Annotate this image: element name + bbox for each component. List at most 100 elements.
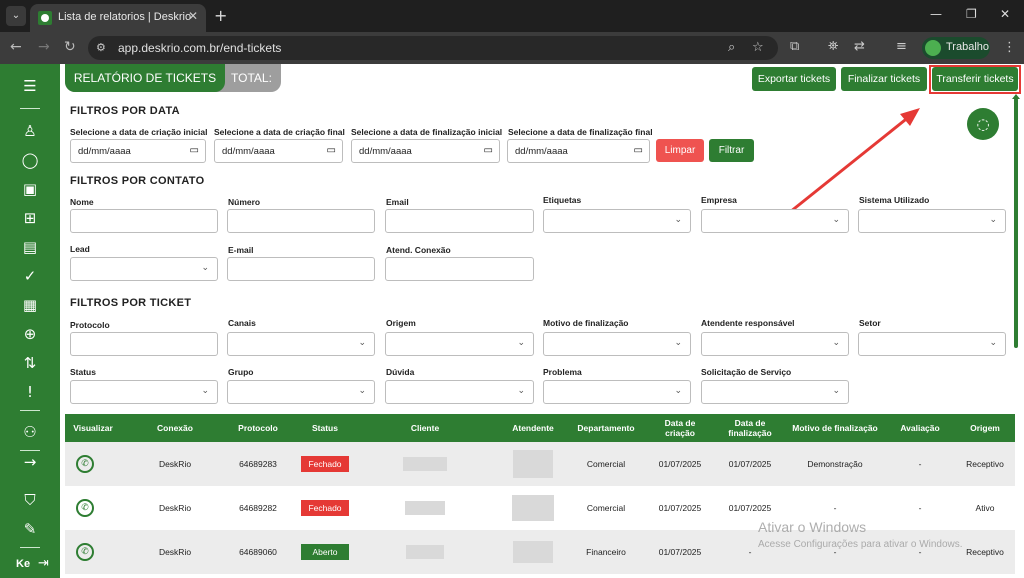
logout-icon[interactable]: ⇥ [38,556,49,571]
shield-icon[interactable]: ⛉ [20,490,40,510]
redacted-client [403,457,447,471]
browser-tab[interactable]: Lista de relatorios | Deskrio ✕ [30,4,206,32]
omnibox[interactable]: ⚙ app.deskrio.com.br/end-tickets ⌕ ☆ [88,36,778,60]
group-select[interactable]: ⌄ [227,380,375,404]
tags-select[interactable]: ⌄ [543,209,691,233]
calendar-icon[interactable]: ▦ [20,295,40,315]
creation-start-date-input[interactable]: dd/mm/aaaa ▭ [70,139,206,163]
e-mail-input[interactable] [227,257,375,281]
flow-icon[interactable]: ⇅ [20,353,40,373]
user-icon[interactable]: ♙ [20,121,40,141]
email-field[interactable] [385,209,534,233]
translate-icon[interactable]: ⇄ [854,39,865,54]
dashboard-icon[interactable]: ⊞ [20,208,40,228]
filter-label: Atend. Conexão [386,245,451,255]
user-initials[interactable]: Ke [16,558,30,570]
date-placeholder: dd/mm/aaaa [78,146,131,157]
view-cell[interactable]: ✆ [65,530,105,574]
name-input[interactable] [70,209,218,233]
lead-select[interactable]: ⌄ [70,257,218,281]
site-info-icon[interactable]: ⚙ [96,41,106,54]
chevron-down-icon: ⌄ [201,263,209,273]
finalization-end-date-input[interactable]: dd/mm/aaaa ▭ [507,139,650,163]
calendar-icon[interactable]: ▭ [190,145,199,156]
arrow-right-icon[interactable]: → [20,452,40,472]
whatsapp-icon[interactable]: ✆ [76,499,94,517]
contact-card-icon[interactable]: ▣ [20,179,40,199]
connection-attendance-input[interactable] [385,257,534,281]
chat-bubble-icon[interactable]: ◌ [967,108,999,140]
chevron-down-icon: ⌄ [517,338,525,348]
protocol-input[interactable] [70,332,218,356]
department-cell: Comercial [586,459,626,469]
system-used-select[interactable]: ⌄ [858,209,1006,233]
team-icon[interactable]: ⚇ [20,422,40,442]
table-row[interactable]: ✆ DeskRio 64689283 Fechado Comercial 01/… [65,442,1015,486]
finalization-start-date-input[interactable]: dd/mm/aaaa ▭ [351,139,500,163]
tab-close-icon[interactable]: ✕ [188,9,198,23]
channels-select[interactable]: ⌄ [227,332,375,356]
kanban-icon[interactable]: ▤ [20,237,40,257]
check-circle-icon[interactable]: ✓ [20,266,40,286]
origin-select[interactable]: ⌄ [385,332,534,356]
calendar-icon[interactable]: ▭ [327,145,336,156]
filter-label: Grupo [228,367,254,377]
add-message-icon[interactable]: ⊕ [20,324,40,344]
creation-end-date-input[interactable]: dd/mm/aaaa ▭ [214,139,343,163]
filter-label: Lead [70,244,90,254]
scrollbar[interactable] [1014,98,1018,348]
status-select[interactable]: ⌄ [70,380,218,404]
responsible-agent-select[interactable]: ⌄ [701,332,849,356]
column-header: Data de criação [664,418,696,438]
service-request-select[interactable]: ⌄ [701,380,849,404]
filter-button[interactable]: Filtrar [709,139,754,162]
profile-button[interactable]: Trabalho [922,37,990,59]
redacted-agent [513,450,553,478]
origin-cell: Receptivo [966,547,1004,557]
url-text[interactable]: app.deskrio.com.br/end-tickets [118,41,281,55]
reading-list-icon[interactable]: ≡ [896,39,907,54]
back-icon[interactable]: ← [10,39,22,55]
column-header: Protocolo [238,423,278,433]
redacted-agent [513,541,553,563]
sector-select[interactable]: ⌄ [858,332,1006,356]
view-cell[interactable]: ✆ [65,442,105,486]
reload-icon[interactable]: ↻ [64,39,76,55]
calendar-icon[interactable]: ▭ [484,145,493,156]
forward-icon[interactable]: → [38,39,50,55]
edit-icon[interactable]: ✎ [20,519,40,539]
page-title: RELATÓRIO DE TICKETS [65,64,225,92]
calendar-icon[interactable]: ▭ [634,145,643,156]
clear-button[interactable]: Limpar [656,139,704,162]
table-row[interactable]: ✆ DeskRio 64689282 Fechado Comercial 01/… [65,486,1015,530]
chat-icon[interactable]: ◯ [20,150,40,170]
zoom-icon[interactable]: ⌕ [728,40,735,55]
export-tickets-button[interactable]: Exportar tickets [752,67,836,91]
question-select[interactable]: ⌄ [385,380,534,404]
filter-label: Atendente responsável [701,318,795,328]
bookmark-star-icon[interactable]: ☆ [752,40,764,55]
finalize-tickets-button[interactable]: Finalizar tickets [841,67,927,91]
window-close-icon[interactable]: ✕ [1000,7,1010,21]
finalization-reason-select[interactable]: ⌄ [543,332,691,356]
address-bar: ← → ↻ ⚙ app.deskrio.com.br/end-tickets ⌕… [0,32,1024,64]
number-input[interactable] [227,209,375,233]
extension-icon[interactable]: ⛯ [828,39,838,54]
whatsapp-icon[interactable]: ✆ [76,455,94,473]
extensions-icon[interactable]: ⧉ [790,39,799,54]
view-cell[interactable]: ✆ [65,486,105,530]
menu-icon[interactable]: ☰ [20,76,40,96]
filter-label: Protocolo [70,320,110,330]
problem-select[interactable]: ⌄ [543,380,691,404]
whatsapp-icon[interactable]: ✆ [76,543,94,561]
tab-search-icon[interactable]: ⌄ [6,6,26,26]
protocol-cell: 64689283 [239,459,277,469]
alert-message-icon[interactable]: ! [20,382,40,402]
new-tab-icon[interactable]: + [214,6,227,25]
table-row[interactable]: ✆ DeskRio 64689060 Aberto Financeiro 01/… [65,530,1015,574]
restore-icon[interactable]: ❐ [966,7,977,21]
browser-menu-icon[interactable]: ⋮ [1003,40,1016,55]
protocol-cell: 64689060 [239,547,277,557]
minimize-icon[interactable]: — [930,7,942,21]
company-select[interactable]: ⌄ [701,209,849,233]
